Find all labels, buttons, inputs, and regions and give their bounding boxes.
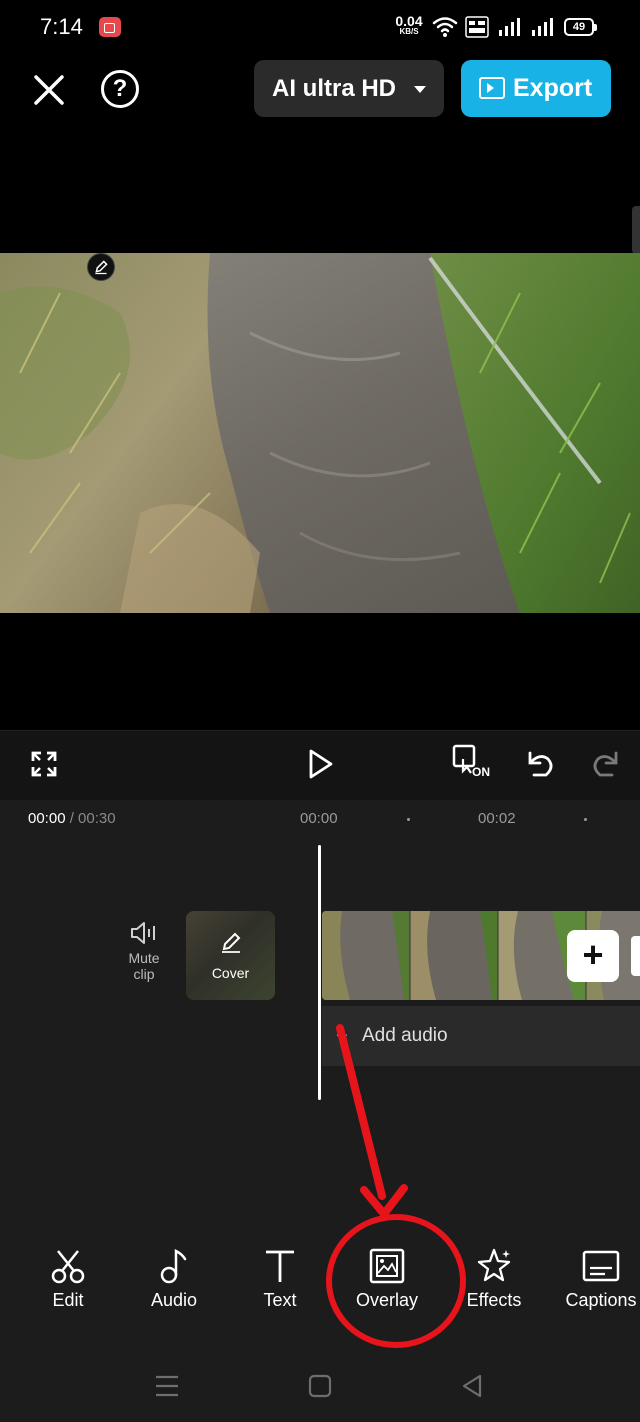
cover-button[interactable]: Cover <box>186 911 275 1000</box>
tool-text[interactable]: Text <box>230 1246 330 1311</box>
effects-star-icon <box>477 1248 511 1282</box>
tool-effects[interactable]: Effects <box>444 1246 544 1311</box>
redo-icon[interactable] <box>582 741 628 787</box>
undo-icon[interactable] <box>518 741 564 787</box>
time-readout: 00:00 / 00:30 <box>28 810 116 827</box>
add-clip-button[interactable]: + <box>567 930 619 982</box>
tool-audio-label: Audio <box>150 1290 198 1310</box>
keyframe-badge: ON <box>472 765 490 779</box>
tool-edit[interactable]: Edit <box>18 1246 118 1311</box>
tool-edit-label: Edit <box>52 1290 84 1310</box>
add-audio-label: Add audio <box>362 1025 448 1046</box>
fullscreen-icon[interactable] <box>21 741 67 787</box>
tool-captions-label: Captions <box>565 1290 637 1310</box>
ruler-dot <box>407 818 410 821</box>
timeline-panel[interactable]: 00:00 / 00:30 00:00 00:02 Mute clip Cove… <box>0 800 640 1220</box>
mute-clip-button[interactable]: Mute clip <box>116 920 172 982</box>
keyframe-on-icon[interactable] <box>449 741 495 787</box>
signal-icon <box>499 18 520 36</box>
side-handle[interactable] <box>632 206 640 254</box>
net-speed-unit: KB/S <box>399 27 419 36</box>
video-frame[interactable] <box>0 253 640 613</box>
screen-record-icon <box>99 17 121 37</box>
battery-icon: 49 <box>564 18 597 36</box>
close-icon[interactable] <box>29 70 69 110</box>
help-button[interactable]: ? <box>101 70 139 108</box>
tool-overlay-label: Overlay <box>355 1290 418 1310</box>
add-audio-button[interactable]: + Add audio <box>322 1006 640 1066</box>
edit-pencil-icon[interactable] <box>87 253 115 281</box>
playback-controls: ON <box>0 730 640 800</box>
status-time: 7:14 <box>40 14 83 39</box>
scissors-icon <box>51 1250 85 1284</box>
volte-icon <box>465 16 489 38</box>
speaker-icon <box>131 922 155 944</box>
cover-label: Cover <box>211 965 250 981</box>
ruler-label: 00:02 <box>478 810 516 827</box>
tool-overlay[interactable]: Overlay <box>337 1246 437 1311</box>
export-label: Export <box>513 74 593 102</box>
overlay-icon <box>369 1248 405 1284</box>
pencil-icon <box>222 932 241 953</box>
text-icon <box>266 1250 294 1282</box>
caret-down-icon <box>414 86 426 93</box>
quality-dropdown[interactable]: AI ultra HD <box>254 60 444 117</box>
status-bar: 7:14 0.04 KB/S 49 <box>0 0 640 56</box>
next-tile-edge <box>631 936 640 976</box>
music-note-icon <box>160 1248 187 1284</box>
play-icon[interactable] <box>297 741 343 787</box>
tool-bar: Edit Audio Text Overlay Effects Captions <box>0 1220 640 1350</box>
export-button[interactable]: Export <box>461 60 611 117</box>
wifi-icon <box>432 17 458 37</box>
system-nav-bar <box>0 1350 640 1422</box>
top-bar: ? AI ultra HD Export <box>0 56 640 126</box>
mute-clip-label: Mute clip <box>128 950 160 982</box>
tool-text-label: Text <box>263 1290 297 1310</box>
quality-label: AI ultra HD <box>272 75 397 102</box>
ruler-label: 00:00 <box>300 810 338 827</box>
menu-icon[interactable] <box>152 1372 182 1400</box>
add-audio-plus: + <box>336 1025 348 1047</box>
net-speed-value: 0.04 <box>395 13 423 29</box>
video-preview-area <box>0 126 640 730</box>
cover-shade <box>186 911 275 1000</box>
playhead[interactable] <box>318 845 321 1100</box>
network-speed: 0.04 KB/S <box>392 14 426 36</box>
tool-audio[interactable]: Audio <box>124 1246 224 1311</box>
home-icon[interactable] <box>306 1372 334 1400</box>
total-time: / 00:30 <box>65 810 116 827</box>
tool-captions[interactable]: Captions <box>551 1246 640 1311</box>
clip-frame <box>410 911 498 1000</box>
tool-effects-label: Effects <box>466 1290 522 1310</box>
clip-frame <box>322 911 410 1000</box>
captions-icon <box>582 1250 620 1282</box>
current-time: 00:00 <box>28 810 66 827</box>
export-icon <box>479 77 505 99</box>
ruler-dot <box>584 818 587 821</box>
back-icon[interactable] <box>458 1372 486 1400</box>
signal-icon <box>532 18 553 36</box>
